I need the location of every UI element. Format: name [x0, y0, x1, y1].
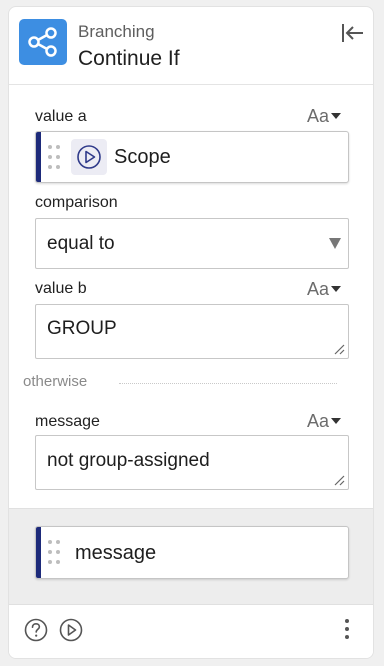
- card-header: Branching Continue If: [9, 7, 373, 85]
- help-circle-icon[interactable]: [23, 617, 49, 643]
- message-label: message: [35, 413, 100, 430]
- value-b-textarea[interactable]: GROUP: [35, 304, 349, 359]
- kebab-icon[interactable]: [342, 617, 352, 641]
- value-a-scope-block[interactable]: Scope: [35, 131, 349, 183]
- message-type-toggle[interactable]: Aa: [307, 411, 342, 432]
- type-toggle-label: Aa: [307, 411, 330, 431]
- block-strip: [36, 527, 41, 578]
- resize-handle-icon[interactable]: [333, 343, 345, 355]
- chevron-down-icon: [331, 286, 342, 292]
- message-value: not group-assigned: [47, 450, 210, 471]
- type-toggle-label: Aa: [307, 279, 330, 299]
- block-strip: [36, 132, 41, 182]
- comparison-label: comparison: [35, 194, 118, 211]
- value-b-type-toggle[interactable]: Aa: [307, 279, 342, 300]
- card-title: Continue If: [78, 47, 180, 70]
- card-category: Branching: [78, 22, 155, 41]
- play-circle-icon[interactable]: [58, 617, 84, 643]
- chevron-down-icon: [331, 113, 342, 119]
- message-textarea[interactable]: not group-assigned: [35, 435, 349, 490]
- value-a-label: value a: [35, 108, 87, 125]
- comparison-value: equal to: [47, 233, 115, 254]
- chevron-down-icon: [329, 238, 341, 249]
- value-b-label: value b: [35, 280, 87, 297]
- type-toggle-label: Aa: [307, 106, 330, 126]
- play-circle-icon: [71, 139, 107, 175]
- collapse-panel-icon[interactable]: [340, 21, 366, 45]
- share-icon: [19, 19, 67, 65]
- divider: [119, 383, 337, 384]
- message-output-block[interactable]: message: [35, 526, 349, 579]
- otherwise-divider-label: otherwise: [23, 373, 88, 390]
- comparison-select[interactable]: equal to: [35, 218, 349, 269]
- resize-handle-icon[interactable]: [333, 474, 345, 486]
- scope-label: Scope: [114, 146, 171, 168]
- message-output-label: message: [75, 542, 157, 564]
- continue-if-card: Branching Continue If value a Aa Scope c…: [8, 6, 374, 659]
- value-b-value: GROUP: [47, 318, 117, 339]
- card-footer: [9, 604, 373, 658]
- value-a-type-toggle[interactable]: Aa: [307, 106, 342, 127]
- output-drop-area: message: [9, 508, 373, 604]
- chevron-down-icon: [331, 418, 342, 424]
